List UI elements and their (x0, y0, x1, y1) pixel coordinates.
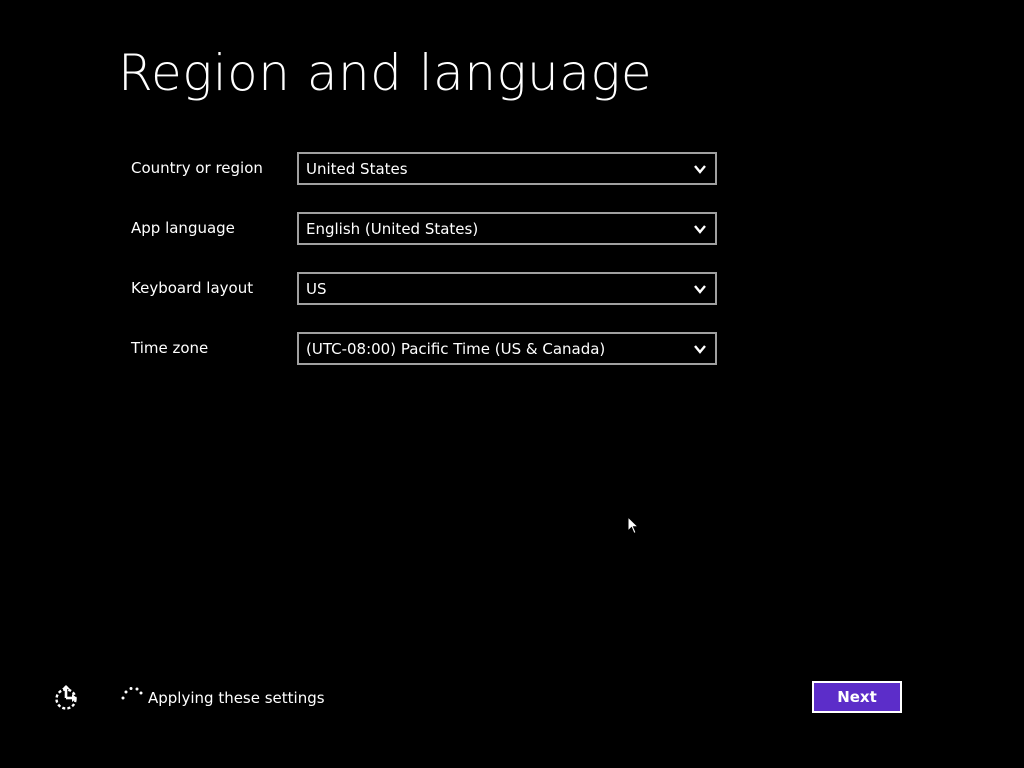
mouse-cursor-icon (627, 516, 639, 535)
keyboard-layout-value: US (306, 280, 327, 298)
progress-spinner-icon (121, 687, 143, 700)
app-language-row: App language English (United States) (131, 212, 721, 245)
time-zone-row: Time zone (UTC-08:00) Pacific Time (US &… (131, 332, 721, 365)
page-title: Region and language (118, 44, 653, 102)
chevron-down-icon (694, 345, 706, 354)
time-zone-value: (UTC-08:00) Pacific Time (US & Canada) (306, 340, 606, 358)
country-region-row: Country or region United States (131, 152, 721, 185)
keyboard-layout-dropdown[interactable]: US (297, 272, 717, 305)
app-language-value: English (United States) (306, 220, 479, 238)
country-region-label: Country or region (131, 159, 263, 177)
keyboard-layout-label: Keyboard layout (131, 279, 254, 297)
time-zone-label: Time zone (131, 339, 209, 357)
time-zone-dropdown[interactable]: (UTC-08:00) Pacific Time (US & Canada) (297, 332, 717, 365)
app-language-dropdown[interactable]: English (United States) (297, 212, 717, 245)
chevron-down-icon (694, 165, 706, 174)
country-region-dropdown[interactable]: United States (297, 152, 717, 185)
chevron-down-icon (694, 225, 706, 234)
status-text: Applying these settings (148, 689, 325, 707)
app-language-label: App language (131, 219, 235, 237)
setup-screen: Region and language Country or region Un… (0, 0, 1024, 768)
keyboard-layout-row: Keyboard layout US (131, 272, 721, 305)
ease-of-access-icon[interactable] (52, 684, 80, 712)
country-region-value: United States (306, 160, 408, 178)
chevron-down-icon (694, 285, 706, 294)
next-button[interactable]: Next (812, 681, 902, 713)
